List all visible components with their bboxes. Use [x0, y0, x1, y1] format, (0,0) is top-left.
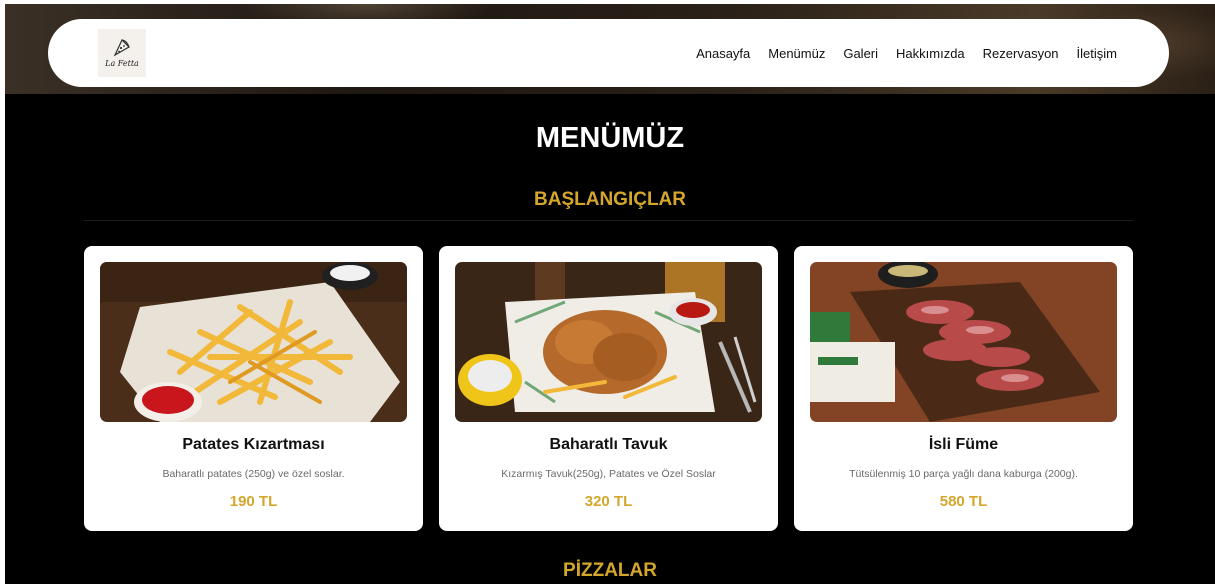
- nav-link-rezervasyon[interactable]: Rezervasyon: [983, 46, 1059, 61]
- menu-item-price: 190 TL: [229, 493, 278, 510]
- menu-item-description: Baharatlı patates (250g) ve özel soslar.: [162, 468, 345, 480]
- nav-link-iletisim[interactable]: İletişim: [1077, 46, 1117, 61]
- menu-item-name: İsli Füme: [928, 436, 999, 453]
- smoked-beef-illustration: [810, 262, 1117, 422]
- menu-item-description: Tütsülenmiş 10 parça yağlı dana kaburga …: [849, 468, 1078, 480]
- nav-link-menumuz[interactable]: Menümüz: [768, 46, 825, 61]
- page: La Fetta Anasayfa Menümüz Galeri Hakkımı…: [5, 4, 1215, 584]
- category-title-baslangiclar: BAŞLANGIÇLAR: [534, 189, 686, 210]
- category-divider: [84, 220, 1134, 221]
- menu-item-price: 320 TL: [584, 493, 633, 510]
- menu-item-price: 580 TL: [939, 493, 988, 510]
- menu-item-description: Kızarmış Tavuk(250g), Patates ve Özel So…: [501, 468, 716, 480]
- pizza-slice-icon: [113, 38, 130, 57]
- menu-item-name: Patates Kızartması: [182, 436, 325, 453]
- fries-illustration: [100, 262, 407, 422]
- nav-links: Anasayfa Menümüz Galeri Hakkımızda Rezer…: [696, 46, 1117, 61]
- menu-item-image-smoked-beef: [810, 262, 1117, 422]
- menu-item-image-fries: [100, 262, 407, 422]
- logo-text: La Fetta: [105, 59, 139, 68]
- logo[interactable]: La Fetta: [98, 29, 146, 77]
- nav-link-hakkimizda[interactable]: Hakkımızda: [896, 46, 965, 61]
- menu-item-card[interactable]: Patates Kızartması Baharatlı patates (25…: [84, 246, 423, 531]
- chicken-illustration: [455, 262, 762, 422]
- navbar: La Fetta Anasayfa Menümüz Galeri Hakkımı…: [48, 19, 1169, 87]
- nav-link-anasayfa[interactable]: Anasayfa: [696, 46, 750, 61]
- menu-item-name: Baharatlı Tavuk: [549, 436, 668, 453]
- menu-item-card[interactable]: Baharatlı Tavuk Kızarmış Tavuk(250g), Pa…: [439, 246, 778, 531]
- nav-link-galeri[interactable]: Galeri: [843, 46, 878, 61]
- menu-item-image-chicken: [455, 262, 762, 422]
- menu-title: MENÜMÜZ: [535, 122, 685, 154]
- menu-item-card[interactable]: İsli Füme Tütsülenmiş 10 parça yağlı dan…: [794, 246, 1133, 531]
- category-title-pizzalar: PİZZALAR: [563, 560, 657, 581]
